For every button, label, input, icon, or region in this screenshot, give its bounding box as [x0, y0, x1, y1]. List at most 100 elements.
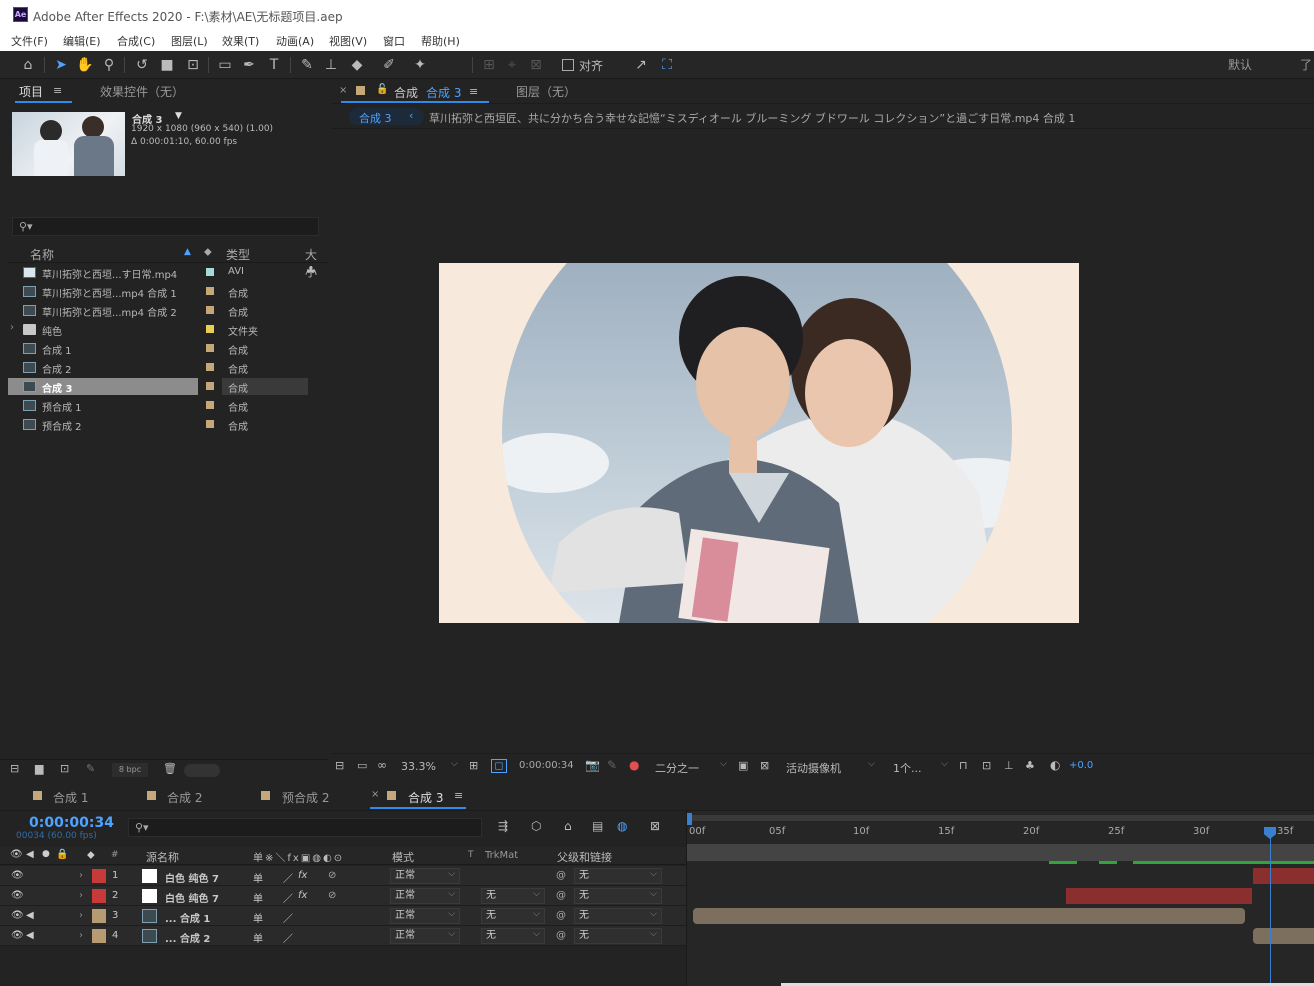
- snap-options-icon[interactable]: ↗: [632, 56, 650, 74]
- project-item[interactable]: 草川拓弥と西垣...mp4 合成 2 合成: [8, 301, 308, 320]
- work-area-start-handle[interactable]: [687, 813, 692, 825]
- panel-menu-icon[interactable]: ≡: [454, 789, 463, 802]
- label-swatch[interactable]: [206, 401, 214, 409]
- views-dropdown[interactable]: 1个...: [893, 760, 922, 776]
- shy-switch-icon[interactable]: 单: [253, 870, 263, 885]
- blend-mode-select[interactable]: 正常: [390, 907, 460, 924]
- label-tag-icon[interactable]: ⬥: [87, 848, 95, 862]
- expand-chevron-icon[interactable]: ›: [79, 890, 83, 901]
- tab-comp-label[interactable]: 合成: [394, 84, 418, 101]
- camera-tool-icon[interactable]: ■: [158, 56, 176, 74]
- viewer-timecode[interactable]: 0:00:00:34: [519, 760, 574, 771]
- source-name-header[interactable]: 源名称: [146, 849, 179, 865]
- pick-whip-icon[interactable]: @: [556, 930, 566, 941]
- roto-brush-tool-icon[interactable]: ✐: [380, 56, 398, 74]
- timeline-icon[interactable]: ⊥: [1004, 759, 1014, 772]
- workspace-more[interactable]: 了: [1300, 56, 1312, 73]
- layer-row[interactable]: 👁 ◀ › 3 ... 合成 1 单 ／ 正常 无 @ 无: [0, 906, 686, 926]
- label-swatch[interactable]: [206, 306, 214, 314]
- mode-header[interactable]: 模式: [392, 849, 414, 865]
- hand-tool-icon[interactable]: ✋: [76, 56, 94, 74]
- audio-icon[interactable]: ◀: [26, 930, 34, 941]
- label-swatch[interactable]: [206, 268, 214, 276]
- selection-tool-icon[interactable]: ➤: [52, 56, 70, 74]
- panel-menu-icon[interactable]: ≡: [469, 85, 478, 98]
- menu-effect[interactable]: 效果(T): [222, 33, 259, 49]
- pan-behind-tool-icon[interactable]: ⊡: [184, 56, 202, 74]
- label-swatch[interactable]: [206, 287, 214, 295]
- menu-edit[interactable]: 编辑(E): [63, 33, 101, 49]
- local-axis-icon[interactable]: ⊞: [480, 56, 498, 74]
- layer-row[interactable]: 👁 › 2 白色 纯色 7 单 ／ fx ⊘ 正常 无 @ 无: [0, 886, 686, 906]
- trkmat-select[interactable]: 无: [481, 907, 545, 924]
- flowchart-icon[interactable]: ♣: [1025, 759, 1035, 772]
- expand-chevron-icon[interactable]: ›: [10, 322, 14, 333]
- composition-canvas[interactable]: [439, 263, 1079, 623]
- project-item[interactable]: › 纯色 文件夹: [8, 320, 308, 339]
- bit-depth-button[interactable]: 8 bpc: [112, 763, 148, 777]
- show-snapshot-icon[interactable]: ✎: [607, 758, 617, 772]
- layer-duration-bar[interactable]: [1253, 928, 1314, 944]
- tab-comp-2[interactable]: 合成 2: [167, 789, 202, 806]
- new-folder-icon[interactable]: ▆: [35, 762, 43, 775]
- trkmat-header[interactable]: TrkMat: [485, 850, 518, 861]
- label-swatch[interactable]: [206, 363, 214, 371]
- view-axis-icon[interactable]: ⊠: [527, 56, 545, 74]
- project-item[interactable]: 草川拓弥と西垣...mp4 合成 1 合成: [8, 282, 308, 301]
- trash-icon[interactable]: 🗑: [163, 762, 177, 775]
- breadcrumb-current[interactable]: 合成 3: [359, 110, 392, 126]
- parent-select[interactable]: 无: [574, 927, 662, 944]
- project-item[interactable]: 草川拓弥と西垣...す日常.mp4 AVI ♣: [8, 263, 316, 282]
- interpret-footage-icon[interactable]: ♣: [306, 264, 316, 277]
- home-icon[interactable]: ⌂: [19, 56, 37, 74]
- zoom-dropdown[interactable]: 33.3%: [401, 760, 436, 773]
- column-name[interactable]: 名称: [30, 246, 54, 263]
- breadcrumb-path[interactable]: 草川拓弥と西垣匠、共に分かち合う幸せな記憶“ミスディオール ブルーミング ブドワ…: [429, 110, 1075, 126]
- shy-layers-icon[interactable]: ⌂: [564, 819, 572, 833]
- shy-switch-icon[interactable]: 单: [253, 890, 263, 905]
- playhead-icon[interactable]: [1264, 827, 1276, 839]
- audio-icon[interactable]: ◀: [26, 849, 34, 860]
- menu-composition[interactable]: 合成(C): [117, 33, 155, 49]
- tab-precomp-2[interactable]: 预合成 2: [282, 789, 329, 806]
- menu-layer[interactable]: 图层(L): [171, 33, 208, 49]
- lock-icon[interactable]: 🔓: [376, 84, 388, 95]
- adjustment-layer-icon[interactable]: ⊘: [328, 870, 336, 881]
- visibility-eye-icon[interactable]: 👁: [11, 890, 24, 901]
- trkmat-select[interactable]: 无: [481, 887, 545, 904]
- parent-select[interactable]: 无: [574, 907, 662, 924]
- fast-previews-icon[interactable]: ⊡: [982, 759, 991, 772]
- project-item[interactable]: 预合成 2 合成: [8, 415, 308, 434]
- close-icon[interactable]: ×: [339, 85, 347, 96]
- layer-duration-bar[interactable]: [693, 908, 1245, 924]
- column-type[interactable]: 类型: [226, 246, 250, 263]
- project-item[interactable]: 预合成 1 合成: [8, 396, 308, 415]
- quality-switch-icon[interactable]: ／: [283, 870, 293, 885]
- rotate-tool-icon[interactable]: ↺: [133, 56, 151, 74]
- layer-label-color[interactable]: [92, 889, 106, 903]
- adjustment-layer-icon[interactable]: ⊘: [328, 890, 336, 901]
- tab-comp-3[interactable]: 合成 3: [408, 789, 443, 806]
- close-icon[interactable]: ×: [371, 789, 379, 800]
- frame-blending-icon[interactable]: ▤: [592, 819, 603, 833]
- draft-3d-icon[interactable]: ⬡: [531, 819, 541, 833]
- tab-effect-controls[interactable]: 效果控件（无）: [100, 83, 184, 100]
- collapse-switch-icon[interactable]: 单: [253, 910, 263, 925]
- toggle-pixel-aspect-icon[interactable]: ⊓: [959, 759, 968, 772]
- layer-label-color[interactable]: [92, 909, 106, 923]
- brush-tool-icon[interactable]: ✎: [298, 56, 316, 74]
- snapshot-camera-icon[interactable]: 📷: [585, 758, 600, 772]
- eraser-tool-icon[interactable]: ◆: [348, 56, 366, 74]
- solo-icon[interactable]: ●: [42, 849, 50, 859]
- pick-whip-icon[interactable]: @: [556, 910, 566, 921]
- pick-whip-icon[interactable]: @: [556, 870, 566, 881]
- puppet-pin-tool-icon[interactable]: ✦: [411, 56, 429, 74]
- camera-dropdown[interactable]: 活动摄像机: [786, 760, 841, 776]
- collapse-switch-icon[interactable]: 单: [253, 930, 263, 945]
- thumbnail-transparency-toggle[interactable]: [184, 764, 220, 777]
- tab-comp-1[interactable]: 合成 1: [53, 789, 88, 806]
- resolution-dropdown[interactable]: 二分之一: [655, 760, 699, 776]
- layer-name[interactable]: ... 合成 1: [165, 910, 210, 925]
- parent-link-header[interactable]: 父级和链接: [557, 849, 612, 865]
- zoom-tool-icon[interactable]: ⚲: [100, 56, 118, 74]
